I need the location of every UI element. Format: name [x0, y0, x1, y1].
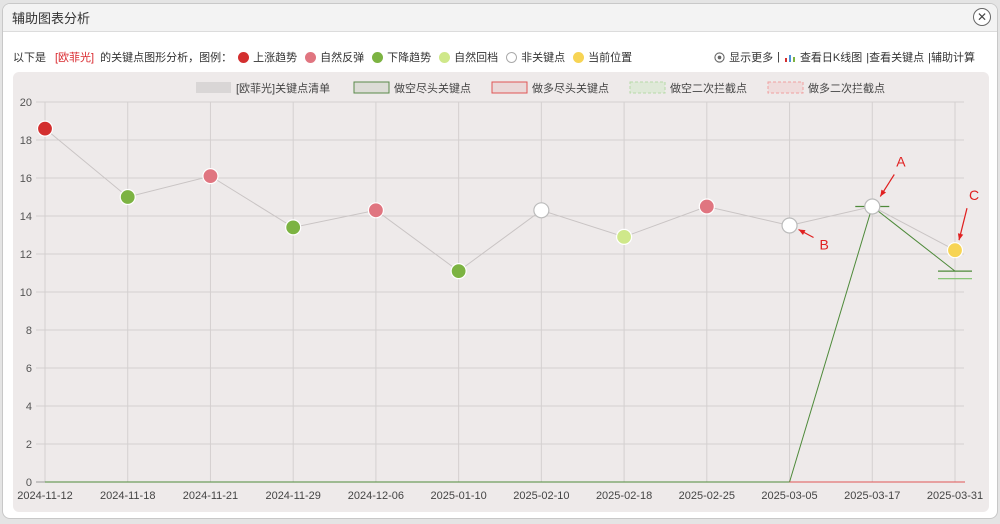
chart-legend-swatch: [196, 82, 231, 93]
legend-item: 自然回档: [439, 49, 498, 65]
chart-icon: [784, 54, 795, 62]
y-tick-label: 20: [20, 97, 32, 109]
data-point: [36, 120, 54, 137]
legend-item: 非关键点: [506, 49, 565, 65]
chart-legend-label: 做空二次拦截点: [670, 81, 747, 95]
x-tick-label: 2025-02-25: [679, 490, 735, 502]
view-keypoints-link[interactable]: |查看关键点: [866, 49, 924, 65]
eye-icon: [714, 51, 725, 63]
legend-item: 当前位置: [573, 49, 632, 65]
legend-item: 下降趋势: [372, 49, 431, 65]
assist-calc-link[interactable]: |辅助计算: [928, 49, 975, 65]
x-tick-label: 2024-11-29: [265, 490, 320, 502]
legend-item-label: 非关键点: [521, 52, 566, 64]
x-tick-label: 2025-01-10: [430, 490, 486, 502]
data-point: [946, 242, 964, 259]
chart-legend-swatch: [491, 81, 528, 94]
x-tick-label: 2024-11-18: [100, 490, 155, 502]
x-tick-label: 2025-03-17: [844, 490, 900, 502]
data-point: [119, 188, 136, 206]
legend-intro: 以下是: [13, 52, 46, 64]
x-tick-label: 2024-12-06: [348, 490, 404, 502]
chart-svg: [欧菲光]关键点清单 做空尽头关键点 做多尽头关键点 做空二次拦截点 做多二次拦截点02…: [13, 72, 989, 512]
x-tick-label: 2025-02-10: [513, 490, 569, 502]
view-kline-link[interactable]: 查看日K线图: [800, 49, 862, 65]
x-tick-label: 2025-03-31: [927, 490, 983, 502]
show-more-link[interactable]: 显示更多: [729, 49, 773, 65]
y-tick-label: 16: [20, 173, 32, 185]
data-point: [285, 219, 302, 236]
toolbar: 显示更多 | 查看日K线图 |查看关键点 |辅助计算: [714, 48, 975, 66]
chart-legend-label: 做空尽头关键点: [394, 81, 471, 95]
x-tick-label: 2024-11-12: [17, 490, 72, 502]
legend-dot-icon: [238, 51, 250, 63]
tools-separator: |: [777, 51, 780, 63]
data-point: [533, 202, 550, 219]
data-point: [615, 228, 633, 245]
legend-item-label: 自然反弹: [320, 52, 365, 64]
y-tick-label: 12: [20, 249, 32, 261]
annotation-label: B: [820, 237, 829, 253]
x-tick-label: 2025-03-05: [761, 490, 817, 502]
modal-header: 辅助图表分析: [3, 4, 997, 32]
legend-desc: 的关键点图形分析，图例：: [100, 52, 233, 64]
modal-title: 辅助图表分析: [12, 11, 91, 26]
data-point: [698, 198, 715, 215]
y-tick-label: 0: [26, 477, 32, 489]
data-point: [781, 217, 798, 234]
chart-legend-swatch: [767, 81, 804, 94]
y-tick-label: 4: [26, 401, 32, 413]
keypoint-chart: [欧菲光]关键点清单 做空尽头关键点 做多尽头关键点 做空二次拦截点 做多二次拦截点 0 2…: [13, 72, 989, 512]
x-tick-label: 2024-11-21: [183, 490, 238, 502]
chart-legend-label: 做多二次拦截点: [808, 81, 885, 95]
y-tick-label: 2: [26, 439, 32, 451]
chart-legend-swatch: [353, 81, 390, 94]
y-tick-label: 8: [26, 325, 32, 337]
legend-item: 上涨趋势: [238, 49, 297, 65]
close-icon[interactable]: ✕: [973, 8, 991, 26]
legend-item-label: 上涨趋势: [253, 52, 298, 64]
chart-analysis-modal: 辅助图表分析 ✕ 以下是 [欧菲光] 的关键点图形分析，图例： 上涨趋势 自然反弹…: [2, 3, 998, 519]
legend-dot-icon: [305, 51, 317, 63]
stock-name: [欧菲光]: [55, 52, 95, 64]
chart-legend-label: [欧菲光]关键点清单: [236, 81, 330, 95]
legend-item-label: 自然回档: [454, 52, 499, 64]
annotation-label: A: [896, 154, 906, 170]
y-tick-label: 6: [26, 363, 32, 375]
legend-item-label: 下降趋势: [387, 52, 432, 64]
legend-dot-icon: [506, 51, 518, 63]
data-point: [864, 198, 881, 215]
legend-dot-icon: [439, 51, 451, 63]
legend-dot-icon: [573, 51, 585, 63]
data-point: [367, 202, 385, 219]
legend-item-label: 当前位置: [588, 52, 633, 64]
chart-legend-swatch: [629, 81, 666, 94]
y-tick-label: 10: [20, 287, 32, 299]
annotation-label: C: [969, 187, 979, 203]
data-point: [202, 167, 219, 185]
x-tick-label: 2025-02-18: [596, 490, 652, 502]
legend-dot-icon: [372, 51, 384, 63]
chart-legend-label: 做多尽头关键点: [532, 81, 609, 95]
legend-item: 自然反弹: [305, 49, 364, 65]
y-tick-label: 18: [20, 135, 32, 147]
y-tick-label: 14: [20, 211, 32, 223]
data-point: [450, 263, 467, 280]
